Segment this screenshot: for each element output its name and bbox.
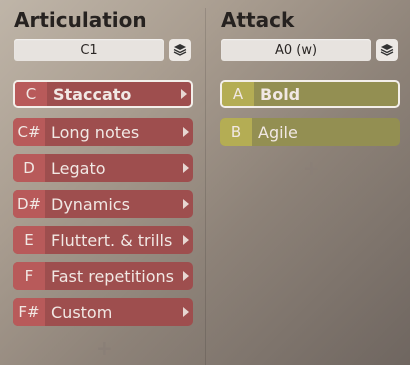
articulation-item-legato[interactable]: D Legato [13,154,193,182]
articulation-key: F# [13,298,45,326]
articulation-label: Staccato [53,84,132,104]
chevron-right-icon [179,154,193,182]
articulation-key: C# [13,118,45,146]
articulation-item-staccato[interactable]: C Staccato [13,80,193,108]
articulation-label: Custom [51,302,113,322]
attack-item-bold[interactable]: A Bold [220,80,400,108]
column-divider [205,8,206,365]
attack-item-agile[interactable]: B Agile [220,118,400,146]
articulation-title: Articulation [14,8,147,32]
articulation-layers-button[interactable] [169,39,191,61]
attack-add-button[interactable]: + [303,156,320,180]
articulation-item-dynamics[interactable]: D# Dynamics [13,190,193,218]
articulation-label: Fluttert. & trills [51,230,173,250]
articulation-item-long-notes[interactable]: C# Long notes [13,118,193,146]
attack-key: A [222,82,254,106]
articulation-label: Fast repetitions [51,266,175,286]
attack-panel: Attack A0 (w) A Bold B Agile + [207,0,410,365]
layers-icon [173,44,187,56]
articulation-label: Legato [51,158,106,178]
articulation-item-custom[interactable]: F# Custom [13,298,193,326]
chevron-right-icon [179,190,193,218]
articulation-add-button[interactable]: + [96,336,113,360]
articulation-key: E [13,226,45,254]
layers-icon [380,44,394,56]
attack-key: B [220,118,252,146]
chevron-right-icon [179,298,193,326]
articulation-item-fluttert-trills[interactable]: E Fluttert. & trills [13,226,193,254]
chevron-right-icon [179,118,193,146]
chevron-right-icon [177,82,191,106]
attack-label: Bold [260,84,301,104]
articulation-key: D# [13,190,45,218]
articulation-key: F [13,262,45,290]
attack-preset-field[interactable]: A0 (w) [221,39,371,61]
chevron-right-icon [179,262,193,290]
articulation-item-fast-repetitions[interactable]: F Fast repetitions [13,262,193,290]
attack-label: Agile [258,122,298,142]
chevron-right-icon [179,226,193,254]
articulation-label: Long notes [51,122,140,142]
articulation-preset-field[interactable]: C1 [14,39,164,61]
articulation-key: C [15,82,47,106]
articulation-panel: Articulation C1 C Staccato C# Long notes… [0,0,206,365]
articulation-key: D [13,154,45,182]
attack-title: Attack [221,8,295,32]
articulation-label: Dynamics [51,194,130,214]
attack-layers-button[interactable] [376,39,398,61]
